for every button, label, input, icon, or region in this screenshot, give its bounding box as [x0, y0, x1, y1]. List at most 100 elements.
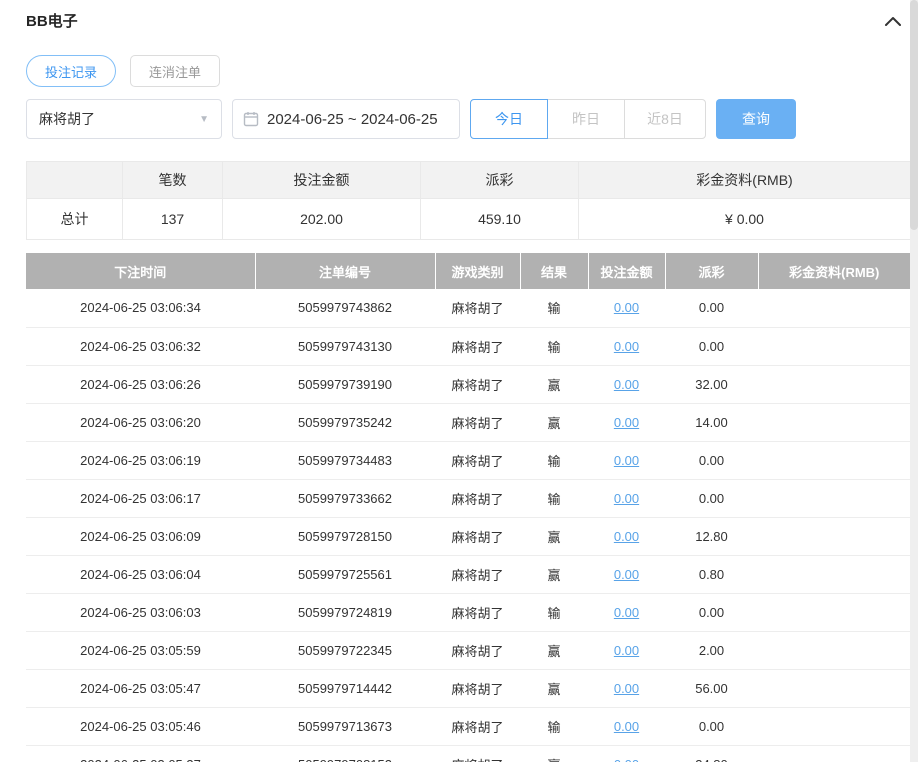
cell-bonus	[758, 479, 910, 518]
cell-result: 输	[520, 441, 588, 480]
game-select-value: 麻将胡了	[39, 111, 95, 127]
cell-order-id: 5059979739190	[255, 365, 435, 404]
bet-amount-link[interactable]: 0.00	[614, 529, 639, 544]
table-row: 2024-06-25 03:06:17 5059979733662 麻将胡了输 0.0…	[26, 479, 910, 518]
bet-amount-link[interactable]: 0.00	[614, 719, 639, 734]
vertical-scrollbar[interactable]	[910, 0, 918, 762]
table-row: 2024-06-25 03:06:19 5059979734483 麻将胡了输 0.0…	[26, 441, 910, 480]
cell-bet-amount: 0.00	[588, 669, 665, 708]
bet-amount-link[interactable]: 0.00	[614, 681, 639, 696]
bet-table: 下注时间 注单编号 游戏类别 结果 投注金额 派彩 彩金资料(RMB) 2024…	[26, 253, 910, 762]
cell-game-type: 麻将胡了	[435, 517, 520, 556]
bet-amount-link[interactable]: 0.00	[614, 377, 639, 392]
cell-game-type: 麻将胡了	[435, 289, 520, 328]
summary-total-row: 总计 137 202.00 459.10 ¥ 0.00	[26, 198, 911, 240]
bet-amount-link[interactable]: 0.00	[614, 300, 639, 315]
cell-bet-time: 2024-06-25 03:05:46	[26, 707, 255, 746]
cell-payout: 0.00	[665, 441, 758, 480]
table-row: 2024-06-25 03:06:04 5059979725561 麻将胡了赢 0.0…	[26, 555, 910, 594]
cell-game-type: 麻将胡了	[435, 745, 520, 762]
filter-bar: 麻将胡了 ▼ 2024-06-25 ~ 2024-06-25 今日 昨日 近8日…	[26, 99, 910, 139]
bet-amount-link[interactable]: 0.00	[614, 757, 639, 762]
cell-bet-time: 2024-06-25 03:06:32	[26, 327, 255, 366]
table-row: 2024-06-25 03:05:59 5059979722345 麻将胡了赢 0.0…	[26, 631, 910, 670]
cell-result: 赢	[520, 631, 588, 670]
record-tabs: 投注记录 连消注单	[26, 55, 910, 87]
cell-game-type: 麻将胡了	[435, 365, 520, 404]
cell-result: 输	[520, 707, 588, 746]
cell-game-type: 麻将胡了	[435, 327, 520, 366]
cell-bonus	[758, 593, 910, 632]
summary-total-bonus: ¥ 0.00	[578, 198, 911, 240]
chevron-down-icon: ▼	[199, 113, 209, 125]
last-8-days-button[interactable]: 近8日	[624, 99, 706, 139]
cell-game-type: 麻将胡了	[435, 707, 520, 746]
cell-bet-time: 2024-06-25 03:06:26	[26, 365, 255, 404]
cell-payout: 0.00	[665, 289, 758, 328]
cell-bet-time: 2024-06-25 03:05:37	[26, 745, 255, 762]
today-button[interactable]: 今日	[470, 99, 548, 139]
cell-bet-time: 2024-06-25 03:06:09	[26, 517, 255, 556]
cell-bet-time: 2024-06-25 03:06:04	[26, 555, 255, 594]
bet-amount-link[interactable]: 0.00	[614, 339, 639, 354]
header-payout: 派彩	[665, 253, 759, 289]
date-range-picker[interactable]: 2024-06-25 ~ 2024-06-25	[232, 99, 460, 139]
summary-header-empty	[26, 161, 123, 199]
bet-amount-link[interactable]: 0.00	[614, 415, 639, 430]
cell-bet-amount: 0.00	[588, 745, 665, 762]
bet-amount-link[interactable]: 0.00	[614, 643, 639, 658]
cell-result: 输	[520, 327, 588, 366]
header-result: 结果	[520, 253, 589, 289]
quick-date-buttons: 今日 昨日 近8日	[470, 99, 706, 139]
scrollbar-thumb[interactable]	[910, 0, 918, 230]
cell-bet-amount: 0.00	[588, 289, 665, 328]
bet-amount-link[interactable]: 0.00	[614, 453, 639, 468]
tab-cancelled-orders[interactable]: 连消注单	[130, 55, 221, 87]
cell-order-id: 5059979743130	[255, 327, 435, 366]
summary-total-label: 总计	[26, 198, 123, 240]
summary-total-count: 137	[122, 198, 223, 240]
tab-bet-records[interactable]: 投注记录	[26, 55, 117, 87]
date-range-value: 2024-06-25 ~ 2024-06-25	[267, 110, 438, 128]
chevron-up-icon[interactable]	[882, 12, 904, 30]
game-select[interactable]: 麻将胡了 ▼	[26, 99, 222, 139]
header-game-type: 游戏类别	[435, 253, 521, 289]
cell-bet-amount: 0.00	[588, 555, 665, 594]
cell-bonus	[758, 555, 910, 594]
cell-order-id: 5059979734483	[255, 441, 435, 480]
cell-result: 输	[520, 479, 588, 518]
bet-amount-link[interactable]: 0.00	[614, 567, 639, 582]
search-button[interactable]: 查询	[716, 99, 796, 139]
cell-order-id: 5059979714442	[255, 669, 435, 708]
calendar-icon	[243, 112, 259, 127]
cell-game-type: 麻将胡了	[435, 441, 520, 480]
summary-header-count: 笔数	[122, 161, 223, 199]
table-row: 2024-06-25 03:06:20 5059979735242 麻将胡了赢 0.0…	[26, 403, 910, 442]
summary-header-payout: 派彩	[420, 161, 579, 199]
table-row: 2024-06-25 03:05:375059979708152麻将胡了赢 0.0…	[26, 745, 910, 762]
cell-payout: 56.00	[665, 669, 758, 708]
cell-payout: 0.00	[665, 327, 758, 366]
cell-order-id: 5059979713673	[255, 707, 435, 746]
page-title: BB电子	[26, 13, 78, 30]
yesterday-button[interactable]: 昨日	[547, 99, 625, 139]
cell-bonus	[758, 707, 910, 746]
bet-amount-link[interactable]: 0.00	[614, 605, 639, 620]
summary-header-bet-amount: 投注金额	[222, 161, 421, 199]
bet-amount-link[interactable]: 0.00	[614, 491, 639, 506]
cell-bet-time: 2024-06-25 03:06:17	[26, 479, 255, 518]
summary-table: 笔数 投注金额 派彩 彩金资料(RMB) 总计 137 202.00 459.1…	[26, 161, 911, 240]
cell-bet-amount: 0.00	[588, 365, 665, 404]
cell-bet-time: 2024-06-25 03:06:20	[26, 403, 255, 442]
cell-bonus	[758, 403, 910, 442]
bet-record-panel: BB电子 投注记录 连消注单 麻将胡了 ▼ 2024-06-25 ~ 2024-…	[0, 0, 918, 762]
cell-bet-amount: 0.00	[588, 403, 665, 442]
cell-result: 赢	[520, 555, 588, 594]
cell-order-id: 5059979708152	[255, 745, 435, 762]
cell-bet-amount: 0.00	[588, 631, 665, 670]
cell-payout: 14.00	[665, 403, 758, 442]
cell-game-type: 麻将胡了	[435, 593, 520, 632]
cell-bonus	[758, 631, 910, 670]
cell-result: 赢	[520, 517, 588, 556]
panel-header: BB电子	[26, 10, 910, 31]
